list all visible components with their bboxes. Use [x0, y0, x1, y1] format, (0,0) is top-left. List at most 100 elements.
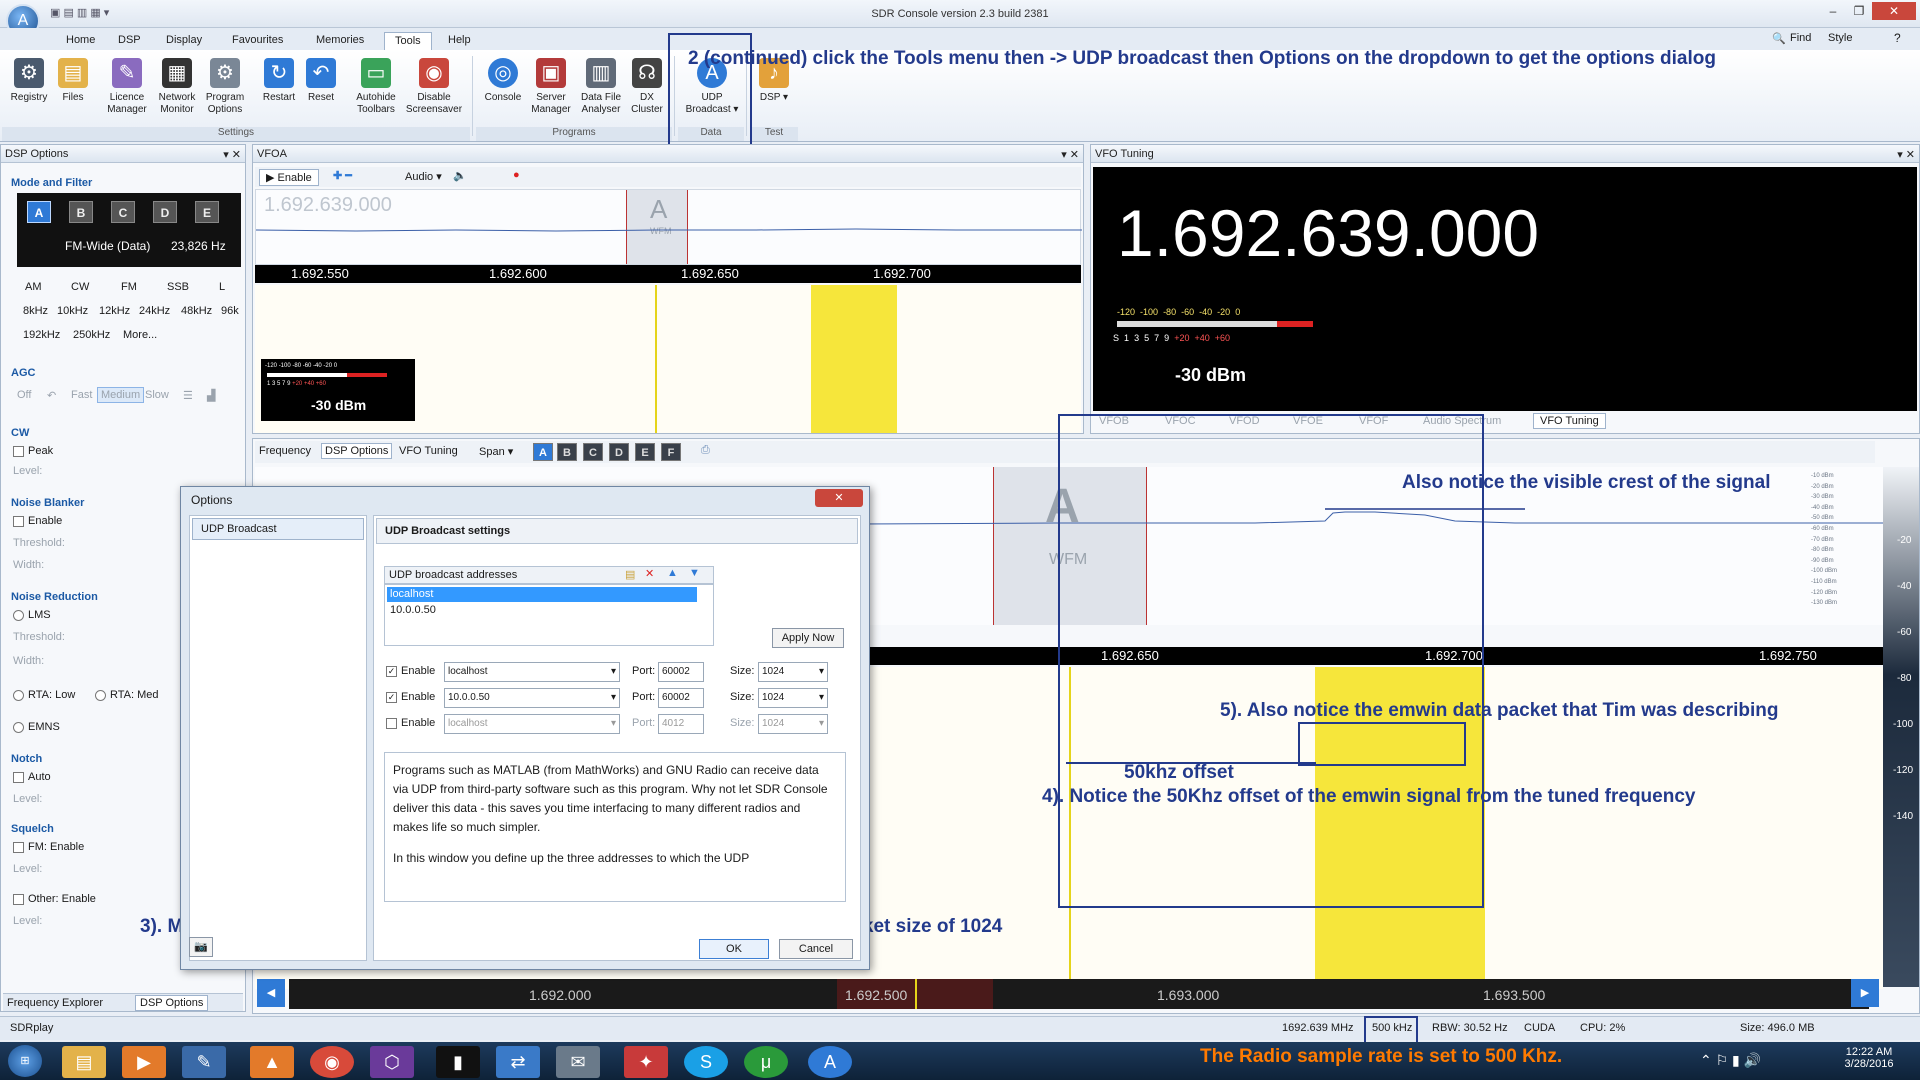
rta-med-radio[interactable]: RTA: Med [95, 689, 159, 701]
mode-fm-button[interactable]: FM [121, 281, 137, 293]
mode-cw-button[interactable]: CW [71, 281, 89, 293]
vfo-d-button[interactable]: D [153, 201, 177, 223]
skype-taskbar-icon[interactable]: S [684, 1046, 728, 1078]
vfo-a-button[interactable]: A [27, 201, 51, 223]
menu-tab-home[interactable]: Home [56, 32, 105, 50]
tab-vfo-tuning-main[interactable]: VFO Tuning [399, 445, 458, 457]
record-icon[interactable]: ● [513, 169, 520, 181]
filter-button[interactable]: 250kHz [73, 329, 110, 341]
vfo-c-button[interactable]: C [111, 201, 135, 223]
close-button[interactable]: ✕ [1872, 2, 1916, 20]
scroll-right-button[interactable]: ▶ [1851, 979, 1879, 1007]
main-vfo-c-button[interactable]: C [583, 443, 603, 461]
vfoa-enable-button[interactable]: ▶ Enable [259, 169, 319, 186]
program-options-button[interactable]: ⚙ Program Options [200, 56, 250, 128]
help-icon[interactable]: ? [1894, 31, 1901, 45]
rta-low-radio[interactable]: RTA: Low [13, 689, 75, 701]
notch-auto-checkbox[interactable]: Auto [13, 771, 51, 783]
apply-now-button[interactable]: Apply Now [772, 628, 844, 648]
add-folder-icon[interactable]: ▤ [625, 568, 635, 581]
menu-tab-memories[interactable]: Memories [306, 32, 374, 50]
vfo-b-button[interactable]: B [69, 201, 93, 223]
utorrent-taskbar-icon[interactable]: μ [744, 1046, 788, 1078]
agc-slow-button[interactable]: Slow [145, 389, 169, 401]
row2-size-select[interactable]: 1024 ▾ [758, 688, 828, 708]
agc-off-button[interactable]: Off [17, 389, 31, 401]
zoom-in-icon[interactable]: ✚ ━ [333, 169, 352, 182]
tool-taskbar-icon[interactable]: ✦ [624, 1046, 668, 1078]
lms-radio[interactable]: LMS [13, 609, 51, 621]
menu-tab-help[interactable]: Help [438, 32, 481, 50]
quick-access-toolbar[interactable]: ▣ ▤ ▥ ▦ ▾ [50, 6, 170, 22]
fm-squelch-checkbox[interactable]: FM: Enable [13, 841, 84, 853]
data-file-analyser-button[interactable]: ▥ Data File Analyser [576, 56, 626, 128]
tab-vfo-tuning[interactable]: VFO Tuning [1533, 413, 1606, 429]
filter-button[interactable]: 12kHz [99, 305, 130, 317]
menu-tab-tools[interactable]: Tools [384, 32, 432, 50]
filter-button[interactable]: 96k [221, 305, 239, 317]
dialog-close-button[interactable]: ✕ [815, 489, 863, 507]
filter-button[interactable]: 8kHz [23, 305, 48, 317]
mode-ssb-button[interactable]: SSB [167, 281, 189, 293]
row1-enable-checkbox[interactable]: ✓ Enable [386, 665, 435, 677]
row2-port-input[interactable]: 60002 [658, 688, 704, 708]
camera-icon[interactable]: 📷 [189, 937, 213, 957]
disable-screensaver-button[interactable]: ◉ Disable Screensaver [404, 56, 464, 128]
menu-tab-display[interactable]: Display [156, 32, 212, 50]
tab-frequency-explorer[interactable]: Frequency Explorer [7, 997, 103, 1009]
bottom-freq-bar[interactable]: 1.692.000 1.692.500 1.693.000 1.693.500 [289, 979, 1869, 1009]
network-monitor-button[interactable]: ▦ Network Monitor [152, 56, 202, 128]
row1-size-select[interactable]: 1024 ▾ [758, 662, 828, 682]
ok-button[interactable]: OK [699, 939, 769, 959]
vfoa-spectrum[interactable]: 1.692.639.000 A WFM [255, 189, 1082, 265]
maximize-button[interactable]: ❐ [1846, 2, 1872, 20]
vfoa-waterfall[interactable]: -120 -100 -80 -60 -40 -20 0 1 3 5 7 9 +2… [255, 285, 1081, 433]
right-scale[interactable]: -20 -40 -60 -80 -100 -120 -140 [1883, 467, 1919, 987]
audio-dropdown[interactable]: Audio ▾ [405, 170, 442, 183]
scroll-left-button[interactable]: ◀ [257, 979, 285, 1007]
mode-am-button[interactable]: AM [25, 281, 42, 293]
editor-taskbar-icon[interactable]: ✎ [182, 1046, 226, 1078]
filter-button[interactable]: 24kHz [139, 305, 170, 317]
main-vfo-b-button[interactable]: B [557, 443, 577, 461]
console-button[interactable]: ◎ Console [478, 56, 528, 128]
addresses-list[interactable]: localhost 10.0.0.50 [384, 584, 714, 646]
dx-cluster-button[interactable]: ☊ DX Cluster [624, 56, 670, 128]
row2-enable-checkbox[interactable]: ✓ Enable [386, 691, 435, 703]
row2-host-select[interactable]: 10.0.0.50 ▾ [444, 688, 620, 708]
row1-host-select[interactable]: localhost ▾ [444, 662, 620, 682]
autohide-toolbars-button[interactable]: ▭ Autohide Toolbars [348, 56, 404, 128]
nav-udp-broadcast[interactable]: UDP Broadcast [192, 518, 364, 540]
server-manager-button[interactable]: ▣ Server Manager [526, 56, 576, 128]
filter-button[interactable]: 10kHz [57, 305, 88, 317]
start-button[interactable]: ⊞ [8, 1045, 42, 1077]
main-vfo-e-button[interactable]: E [635, 443, 655, 461]
other-squelch-checkbox[interactable]: Other: Enable [13, 893, 96, 905]
agc-graph-icon[interactable]: ▟ [207, 389, 215, 402]
emns-radio[interactable]: EMNS [13, 721, 60, 733]
agc-settings-icon[interactable]: ☰ [183, 389, 193, 402]
style-menu[interactable]: Style [1828, 32, 1852, 44]
row1-port-input[interactable]: 60002 [658, 662, 704, 682]
delete-icon[interactable]: ✕ [645, 567, 654, 580]
print-icon[interactable]: ⎙ [701, 444, 710, 457]
agc-fast-button[interactable]: Fast [71, 389, 92, 401]
address-item[interactable]: 10.0.0.50 [387, 603, 439, 617]
tab-frequency[interactable]: Frequency [259, 445, 311, 457]
explorer-taskbar-icon[interactable]: ▤ [62, 1046, 106, 1078]
move-up-icon[interactable]: ▲ [667, 567, 678, 579]
thunderbird-taskbar-icon[interactable]: ✉ [556, 1046, 600, 1078]
cancel-button[interactable]: Cancel [779, 939, 853, 959]
filter-button[interactable]: 48kHz [181, 305, 212, 317]
minimize-button[interactable]: – [1820, 2, 1846, 20]
terminal-taskbar-icon[interactable]: ▮ [436, 1046, 480, 1078]
noise-blanker-enable-checkbox[interactable]: Enable [13, 515, 62, 527]
main-vfo-d-button[interactable]: D [609, 443, 629, 461]
menu-tab-favourites[interactable]: Favourites [222, 32, 293, 50]
address-item-selected[interactable]: localhost [387, 587, 697, 602]
span-dropdown[interactable]: Span ▾ [479, 445, 513, 458]
tab-dsp-options-main[interactable]: DSP Options [321, 443, 393, 459]
network-taskbar-icon[interactable]: ⇄ [496, 1046, 540, 1078]
agc-medium-button[interactable]: Medium [97, 387, 145, 403]
main-vfo-f-button[interactable]: F [661, 443, 681, 461]
